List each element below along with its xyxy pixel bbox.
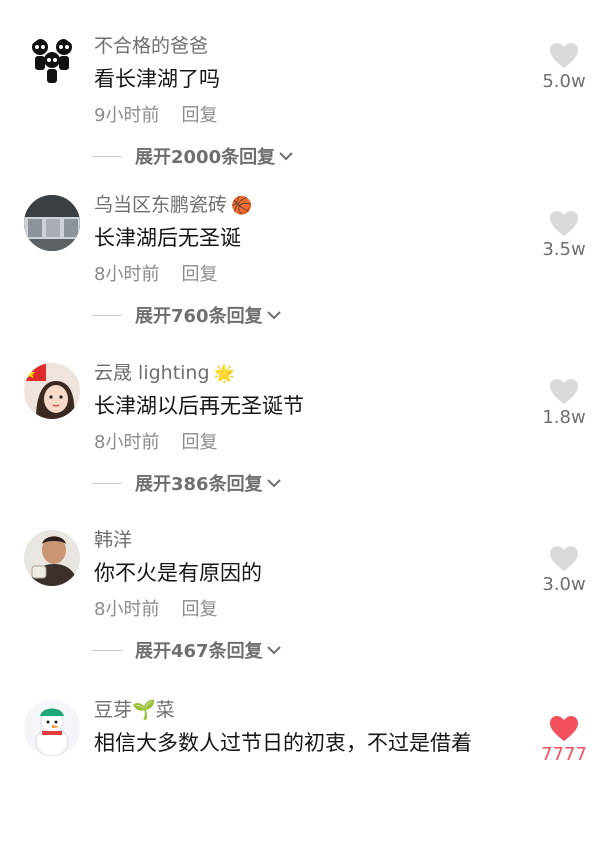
divider	[92, 482, 122, 484]
comment-item: 韩洋 你不火是有原因的 8小时前 回复 展开467条回复 3.0w	[0, 529, 600, 698]
avatar[interactable]	[24, 700, 80, 756]
like-count: 7777	[541, 744, 587, 765]
divider	[92, 155, 122, 157]
heart-icon	[550, 43, 578, 68]
username[interactable]: 韩洋	[94, 525, 132, 552]
expand-replies-label: 展开386条回复	[135, 474, 263, 495]
heart-icon	[550, 546, 578, 571]
comment-item: 豆芽🌱菜 相信大多数人过节日的初衷，不过是借着 7777	[0, 699, 600, 868]
chevron-down-icon	[266, 646, 281, 655]
comment-text: 相信大多数人过节日的初衷，不过是借着	[94, 731, 472, 755]
like-count: 3.0w	[542, 574, 586, 595]
girl-flag-photo-icon	[24, 363, 80, 419]
expand-replies-label: 展开467条回复	[135, 641, 263, 662]
avatar[interactable]	[24, 363, 80, 419]
like-count: 3.5w	[542, 239, 586, 260]
like-button[interactable]: 3.5w	[534, 210, 594, 260]
comment-meta: 8小时前 回复	[94, 595, 217, 621]
username-text: 不合格的爸爸	[94, 35, 209, 57]
avatar[interactable]	[24, 195, 80, 251]
heart-filled-icon	[550, 716, 578, 741]
comment-meta: 8小时前 回复	[94, 260, 217, 286]
divider	[92, 314, 122, 316]
comment-meta: 9小时前 回复	[94, 101, 217, 127]
username[interactable]: 云晟 lighting 🌟	[94, 358, 235, 385]
cartoon-trio-icon	[32, 39, 72, 83]
reply-button[interactable]: 回复	[181, 105, 217, 126]
timestamp: 8小时前	[94, 599, 160, 620]
snowman-photo-icon	[24, 700, 80, 756]
username-text: 云晟 lighting	[94, 362, 210, 384]
divider	[92, 649, 122, 651]
like-count: 1.8w	[542, 407, 586, 428]
like-button[interactable]: 3.0w	[534, 545, 594, 595]
comment-text: 你不火是有原因的	[94, 561, 262, 585]
badge-icon: 🌟	[213, 364, 235, 384]
like-button[interactable]: 5.0w	[534, 42, 594, 92]
badge-icon: 🏀	[231, 196, 253, 216]
username[interactable]: 乌当区东鹏瓷砖 🏀	[94, 190, 252, 217]
man-photo-icon	[24, 530, 80, 586]
chevron-down-icon	[266, 479, 281, 488]
expand-replies-button[interactable]: 展开2000条回复	[92, 144, 295, 168]
like-button[interactable]: 7777	[534, 715, 594, 765]
username-text: 乌当区东鹏瓷砖	[94, 194, 228, 216]
username-text: 韩洋	[94, 529, 133, 551]
reply-button[interactable]: 回复	[181, 599, 217, 620]
like-button[interactable]: 1.8w	[534, 378, 594, 428]
username-text: 豆芽🌱菜	[94, 699, 175, 721]
avatar[interactable]	[24, 36, 80, 92]
expand-replies-label: 展开2000条回复	[135, 147, 276, 168]
comment-item: 云晟 lighting 🌟 长津湖以后再无圣诞节 8小时前 回复 展开386条回复 …	[0, 362, 600, 531]
expand-replies-button[interactable]: 展开386条回复	[92, 471, 283, 495]
comment-text: 看长津湖了吗	[94, 67, 220, 91]
reply-button[interactable]: 回复	[181, 432, 217, 453]
expand-replies-button[interactable]: 展开467条回复	[92, 638, 283, 662]
timestamp: 8小时前	[94, 264, 160, 285]
username[interactable]: 不合格的爸爸	[94, 31, 208, 58]
expand-replies-button[interactable]: 展开760条回复	[92, 303, 283, 327]
timestamp: 8小时前	[94, 432, 160, 453]
like-count: 5.0w	[542, 71, 586, 92]
avatar[interactable]	[24, 530, 80, 586]
comment-text: 长津湖以后再无圣诞节	[94, 394, 304, 418]
chevron-down-icon	[266, 311, 281, 320]
comment-item: 乌当区东鹏瓷砖 🏀 长津湖后无圣诞 8小时前 回复 展开760条回复 3.5w	[0, 194, 600, 363]
storefront-photo-icon	[24, 195, 80, 251]
comment-item: 不合格的爸爸 看长津湖了吗 9小时前 回复 展开2000条回复 5.0w	[0, 35, 600, 204]
comment-meta: 8小时前 回复	[94, 428, 217, 454]
username[interactable]: 豆芽🌱菜	[94, 695, 175, 722]
reply-button[interactable]: 回复	[181, 264, 217, 285]
heart-icon	[550, 379, 578, 404]
expand-replies-label: 展开760条回复	[135, 306, 263, 327]
comment-text: 长津湖后无圣诞	[94, 226, 241, 250]
heart-icon	[550, 211, 578, 236]
timestamp: 9小时前	[94, 105, 160, 126]
chevron-down-icon	[279, 152, 293, 161]
